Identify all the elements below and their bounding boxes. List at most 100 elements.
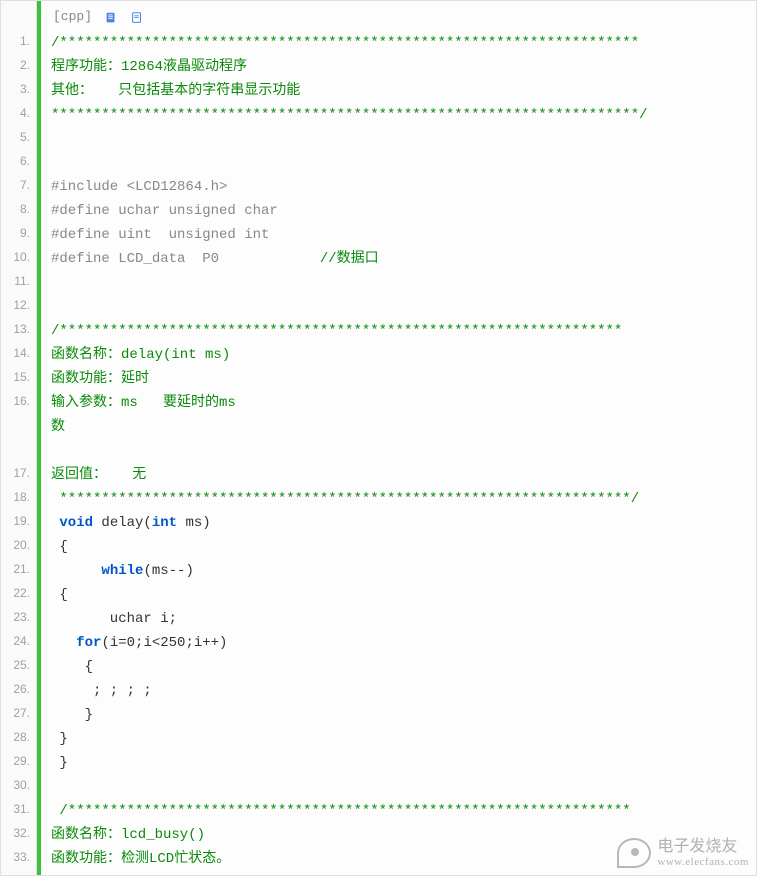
code-line: { [51, 583, 756, 607]
code-fragment: #define LCD_data P0 [51, 251, 320, 267]
code-line: #define uchar unsigned char [51, 199, 756, 223]
code-line [51, 295, 756, 319]
watermark: 电子发烧友 www.elecfans.com [617, 838, 749, 868]
code-fragment: /***************************************… [51, 323, 622, 339]
code-fragment: ms) [177, 515, 211, 531]
code-toolbar: [cpp] [51, 5, 756, 29]
code-fragment: 返回值： 无 [51, 467, 146, 483]
line-number: 12. [1, 293, 36, 317]
code-fragment: while [101, 563, 143, 579]
code-fragment: int [152, 515, 177, 531]
code-line: 程序功能：12864液晶驱动程序 [51, 55, 756, 79]
code-fragment [51, 299, 59, 315]
code-line [51, 271, 756, 295]
code-line: 返回值： 无 [51, 463, 756, 487]
code-line: for(i=0;i<250;i++) [51, 631, 756, 655]
code-fragment: } [51, 731, 68, 747]
code-line: 函数名称：delay(int ms) [51, 343, 756, 367]
code-fragment: ****************************************… [51, 107, 648, 123]
line-number: 20. [1, 533, 36, 557]
code-fragment: uchar i; [51, 611, 177, 627]
code-line: { [51, 655, 756, 679]
code-fragment: { [51, 539, 68, 555]
line-number-gutter: 1.2.3.4.5.6.7.8.9.10.11.12.13.14.15.16. … [1, 1, 37, 875]
line-number: 25. [1, 653, 36, 677]
line-number: 22. [1, 581, 36, 605]
line-number: 26. [1, 677, 36, 701]
code-fragment: delay( [93, 515, 152, 531]
code-fragment: { [51, 659, 93, 675]
code-fragment: #define uint unsigned int [51, 227, 269, 243]
line-number: 33. [1, 845, 36, 869]
line-number: 16. [1, 389, 36, 437]
code-line: ; ; ; ; [51, 679, 756, 703]
code-line: #define uint unsigned int [51, 223, 756, 247]
code-line: /***************************************… [51, 799, 756, 823]
code-line [51, 127, 756, 151]
code-fragment: 其他： 只包括基本的字符串显示功能 [51, 83, 300, 99]
code-area: [cpp] /*********************************… [37, 1, 756, 875]
code-fragment [51, 779, 59, 795]
code-fragment: } [51, 707, 93, 723]
code-fragment: 函数名称：delay(int ms) [51, 347, 230, 363]
language-label: [cpp] [53, 5, 92, 29]
line-number: 14. [1, 341, 36, 365]
line-number: 24. [1, 629, 36, 653]
line-number: 29. [1, 749, 36, 773]
code-line: #include <LCD12864.h> [51, 175, 756, 199]
code-fragment [51, 635, 76, 651]
line-number: 15. [1, 365, 36, 389]
code-fragment [51, 563, 101, 579]
code-fragment: void [59, 515, 93, 531]
code-fragment: for [76, 635, 101, 651]
line-number: 4. [1, 101, 36, 125]
code-line: void delay(int ms) [51, 511, 756, 535]
line-number: 10. [1, 245, 36, 269]
code-line: ****************************************… [51, 103, 756, 127]
code-fragment: } [51, 755, 68, 771]
code-fragment: 函数功能：检测LCD忙状态。 [51, 851, 230, 867]
line-number: 27. [1, 701, 36, 725]
code-line: /***************************************… [51, 319, 756, 343]
code-fragment: //数据口 [320, 251, 379, 267]
code-fragment: { [51, 587, 68, 603]
code-fragment: #define uchar unsigned char [51, 203, 278, 219]
line-number: 18. [1, 485, 36, 509]
watermark-logo-icon [617, 838, 651, 868]
gutter-spacer [1, 5, 36, 29]
code-fragment [51, 443, 59, 459]
line-number: 2. [1, 53, 36, 77]
watermark-sub: www.elecfans.com [657, 856, 749, 868]
code-line: uchar i; [51, 607, 756, 631]
code-fragment: (i=0;i<250;i++) [101, 635, 227, 651]
line-number: 6. [1, 149, 36, 173]
code-fragment [51, 131, 59, 147]
code-fragment: 输入参数：ms 要延时的ms 数 [51, 395, 236, 435]
line-number: 5. [1, 125, 36, 149]
code-line: while(ms--) [51, 559, 756, 583]
line-number: 19. [1, 509, 36, 533]
line-number: 1. [1, 29, 36, 53]
code-fragment: #include <LCD12864.h> [51, 179, 227, 195]
code-fragment: (ms--) [143, 563, 193, 579]
code-fragment [51, 155, 59, 171]
code-line: /***************************************… [51, 31, 756, 55]
line-number: 7. [1, 173, 36, 197]
line-number: 30. [1, 773, 36, 797]
line-number: 32. [1, 821, 36, 845]
code-line [51, 775, 756, 799]
line-number: 11. [1, 269, 36, 293]
line-number: 8. [1, 197, 36, 221]
copy-icon[interactable] [104, 10, 118, 24]
line-number: 13. [1, 317, 36, 341]
code-line: ****************************************… [51, 487, 756, 511]
code-fragment: 函数功能：延时 [51, 371, 149, 387]
code-fragment: ****************************************… [51, 491, 639, 507]
line-number: 9. [1, 221, 36, 245]
code-line [51, 439, 756, 463]
code-line: #define LCD_data P0 //数据口 [51, 247, 756, 271]
line-number: 17. [1, 461, 36, 485]
view-icon[interactable] [130, 10, 144, 24]
watermark-text: 电子发烧友 www.elecfans.com [657, 838, 749, 868]
code-block: 1.2.3.4.5.6.7.8.9.10.11.12.13.14.15.16. … [0, 0, 757, 876]
